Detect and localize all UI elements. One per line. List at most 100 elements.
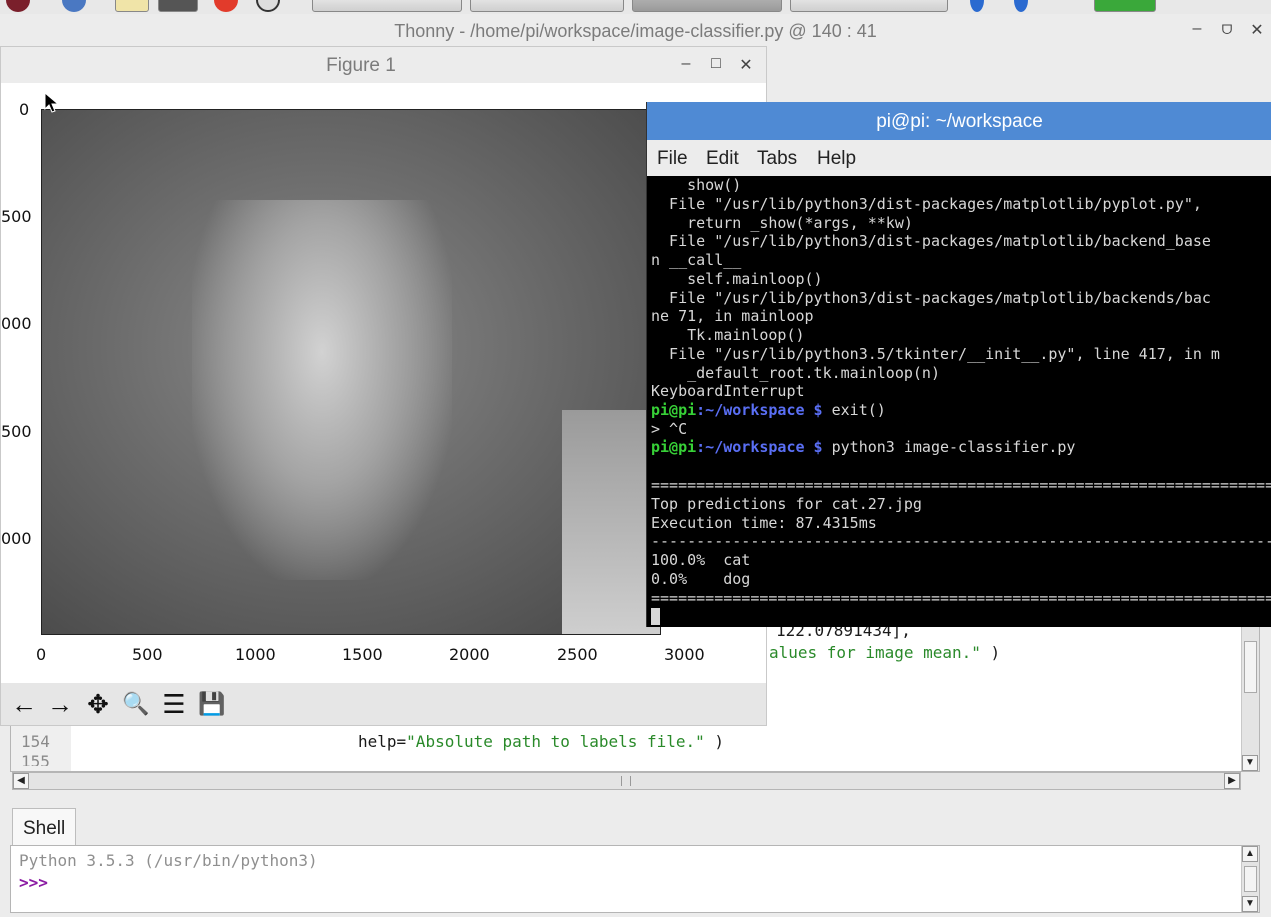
- separator-line: ========================================…: [651, 476, 1271, 494]
- terminal-prompt-line: pi@pi:~/workspace $ python3 image-classi…: [651, 438, 1075, 456]
- x-tick-label: 500: [132, 645, 163, 664]
- y-tick-label: 500: [1, 422, 32, 441]
- file-manager-icon[interactable]: [115, 0, 149, 12]
- prompt-path: :~/workspace $: [696, 401, 823, 419]
- menu-edit[interactable]: Edit: [706, 148, 739, 170]
- string-literal: "Absolute path to labels file.": [406, 732, 705, 751]
- taskbar-window-button[interactable]: [312, 0, 462, 12]
- close-icon[interactable]: ✕: [737, 55, 755, 75]
- prediction-percent: 0.0%: [651, 570, 688, 588]
- configure-subplots-icon[interactable]: ☰: [157, 687, 191, 721]
- terminal-line: File "/usr/lib/python3/dist-packages/mat…: [651, 232, 1211, 250]
- thonny-title: Thonny - /home/pi/workspace/image-classi…: [394, 21, 877, 41]
- y-tick-label: 000: [1, 314, 32, 333]
- line-number: 155: [21, 752, 50, 766]
- taskbar-window-button[interactable]: [470, 0, 624, 12]
- figure-title: Figure 1: [326, 55, 396, 76]
- maximize-icon[interactable]: □: [707, 55, 725, 73]
- code-paren: ): [980, 643, 1001, 662]
- menu-file[interactable]: File: [657, 148, 688, 170]
- terminal-line: ne 71, in mainloop: [651, 307, 814, 325]
- separator-line: ========================================…: [651, 589, 1271, 607]
- terminal-title: pi@pi: ~/workspace: [876, 111, 1043, 132]
- zoom-icon[interactable]: 🔍: [119, 687, 153, 721]
- x-tick-label: 1000: [235, 645, 276, 664]
- terminal-launcher-icon[interactable]: [158, 0, 198, 12]
- y-tick-label: 500: [1, 207, 32, 226]
- x-tick-label: 0: [36, 645, 47, 664]
- scrollbar-thumb[interactable]: [1244, 866, 1257, 892]
- photo-image: [41, 109, 661, 635]
- prompt-user: pi@pi: [651, 438, 697, 456]
- minimize-icon[interactable]: –: [677, 55, 695, 73]
- x-tick-label: 3000: [664, 645, 705, 664]
- shell-vertical-scrollbar[interactable]: ▲ ▼: [1241, 846, 1259, 912]
- wifi-icon[interactable]: [1014, 0, 1028, 12]
- terminal-line: Tk.mainloop(): [651, 326, 805, 344]
- terminal-titlebar: pi@pi: ~/workspace: [647, 102, 1271, 140]
- figure-toolbar: ← → ✥ 🔍 ☰ 💾: [1, 683, 766, 725]
- terminal-line: _default_root.tk.mainloop(n): [651, 364, 940, 382]
- scroll-down-arrow-icon[interactable]: ▼: [1242, 896, 1258, 912]
- terminal-line: return _show(*args, **kw): [651, 214, 913, 232]
- terminal-line: n __call__: [651, 251, 742, 269]
- minimize-icon[interactable]: –: [1188, 20, 1206, 38]
- desktop: Thonny - /home/pi/workspace/image-classi…: [0, 0, 1271, 917]
- figure-titlebar: Figure 1 – □ ✕: [1, 47, 766, 83]
- forward-arrow-icon[interactable]: →: [43, 687, 77, 721]
- restore-icon[interactable]: ᗜ: [1218, 22, 1236, 38]
- terminal-line: KeyboardInterrupt: [651, 382, 805, 400]
- prediction-label: cat: [723, 551, 751, 569]
- scroll-left-arrow-icon[interactable]: ◀: [13, 773, 29, 789]
- prediction-label: dog: [723, 570, 751, 588]
- code-paren: ): [704, 732, 725, 751]
- code-line-partial: alues for image mean." ): [769, 643, 1000, 662]
- terminal-line: self.mainloop(): [651, 270, 823, 288]
- bluetooth-icon[interactable]: [970, 0, 984, 12]
- hands-shape: [192, 200, 452, 580]
- editor-horizontal-scrollbar[interactable]: ◀ ▶: [12, 772, 1241, 790]
- terminal-window[interactable]: pi@pi: ~/workspace File Edit Tabs Help s…: [646, 102, 1271, 627]
- prediction-percent: 100.0%: [651, 551, 706, 569]
- raspberry-menu-icon[interactable]: [6, 0, 30, 12]
- prediction-row: 100.0% cat: [651, 551, 750, 569]
- code-keyword-arg: help=: [358, 732, 407, 751]
- back-arrow-icon[interactable]: ←: [7, 687, 41, 721]
- string-literal: alues for image mean.": [769, 643, 981, 662]
- scrollbar-thumb[interactable]: [1244, 641, 1257, 693]
- math-icon[interactable]: [214, 0, 238, 12]
- x-tick-label: 1500: [342, 645, 383, 664]
- shell-console[interactable]: Python 3.5.3 (/usr/bin/python3) >>> ▲ ▼: [10, 845, 1260, 913]
- taskbar-window-button[interactable]: [632, 0, 782, 12]
- menu-tabs[interactable]: Tabs: [757, 148, 797, 170]
- thonny-titlebar: Thonny - /home/pi/workspace/image-classi…: [0, 14, 1271, 48]
- terminal-cursor: [651, 608, 660, 625]
- x-tick-label: 2000: [449, 645, 490, 664]
- close-icon[interactable]: ✕: [1248, 20, 1266, 40]
- browser-icon[interactable]: [62, 0, 86, 12]
- prompt-path: :~/workspace $: [696, 438, 823, 456]
- mouse-pointer-icon: [44, 92, 60, 113]
- terminal-output[interactable]: show() File "/usr/lib/python3/dist-packa…: [647, 176, 1271, 627]
- command-text: exit(): [822, 401, 886, 419]
- terminal-line: Execution time: 87.4315ms: [651, 514, 877, 532]
- scroll-down-arrow-icon[interactable]: ▼: [1242, 755, 1258, 771]
- command-text: python3 image-classifier.py: [822, 438, 1076, 456]
- terminal-line: File "/usr/lib/python3.5/tkinter/__init_…: [651, 345, 1220, 363]
- prompt-user: pi@pi: [651, 401, 697, 419]
- cpu-monitor: [1094, 0, 1156, 12]
- tab-shell-label: Shell: [23, 818, 66, 839]
- pan-icon[interactable]: ✥: [81, 687, 115, 721]
- scroll-right-arrow-icon[interactable]: ▶: [1224, 773, 1240, 789]
- terminal-prompt-line: pi@pi:~/workspace $ exit(): [651, 401, 886, 419]
- x-tick-label: 2500: [557, 645, 598, 664]
- save-icon[interactable]: 💾: [195, 687, 229, 721]
- tab-shell[interactable]: Shell: [12, 808, 76, 846]
- python-version-line: Python 3.5.3 (/usr/bin/python3): [19, 851, 318, 870]
- menu-help[interactable]: Help: [817, 148, 856, 170]
- scrollbar-grip[interactable]: [621, 776, 631, 786]
- taskbar-window-button[interactable]: [790, 0, 948, 12]
- prediction-row: 0.0% dog: [651, 570, 750, 588]
- wolfram-icon[interactable]: [256, 0, 280, 12]
- scroll-up-arrow-icon[interactable]: ▲: [1242, 846, 1258, 862]
